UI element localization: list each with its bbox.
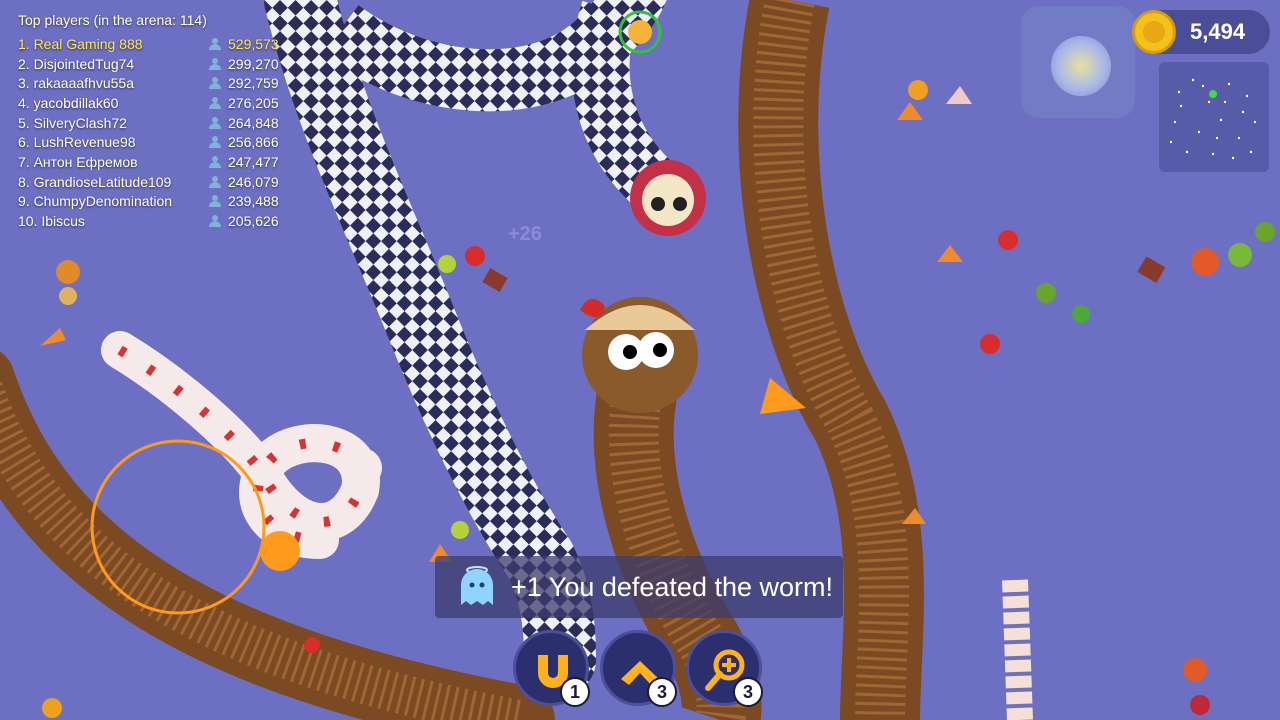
player-icon	[209, 215, 221, 228]
fruit-pile-icon	[1191, 248, 1219, 276]
sandwich-icon	[59, 287, 77, 305]
leaderboard-row: 9. ChumpyDenomination 239,488	[12, 192, 302, 212]
tomato-icon	[980, 334, 1000, 354]
kiwi-icon	[1036, 283, 1056, 303]
lime-icon	[451, 521, 469, 539]
player-name: 1. Real Gaming 888	[18, 35, 143, 52]
player-name: 2. DisjointedTug74	[18, 55, 135, 72]
minimap-dots	[1169, 78, 1257, 160]
jester-eye-left	[651, 197, 665, 211]
brown-worm-pupil-right	[653, 343, 667, 357]
tomato-icon	[304, 637, 320, 653]
player-score: 205,626	[228, 213, 279, 230]
player-name: 6. LushRevenue98	[18, 134, 136, 151]
pale-worm-body	[1002, 579, 1033, 720]
player-score: 292,759	[228, 75, 279, 92]
broccoli-icon	[1072, 305, 1090, 323]
player-score: 256,866	[228, 134, 279, 151]
floating-score: +26	[508, 223, 542, 245]
carrot-icon	[40, 328, 66, 346]
piggy-coin-icon	[628, 20, 652, 44]
player-score: 246,079	[228, 173, 279, 190]
chocolate-icon	[1137, 256, 1166, 283]
chocolate-icon	[482, 268, 508, 292]
leaderboard-title: Top players (in the arena: 114)	[18, 12, 207, 28]
player-name: 3. rakaaaafhvu55a	[18, 75, 134, 92]
red-white-worm-head	[342, 448, 382, 488]
pizza-icon	[42, 698, 62, 718]
player-icon	[209, 116, 221, 129]
leaderboard-row: 6. LushRevenue98 256,866	[12, 132, 302, 152]
player-score: 299,270	[228, 55, 279, 72]
cake-slice-icon	[897, 102, 923, 120]
player-name: 9. ChumpyDenomination	[18, 193, 173, 210]
player-icon	[209, 136, 221, 149]
player-score: 529,573	[228, 35, 279, 52]
jester-worm-face	[642, 174, 694, 226]
fruit-pile-icon	[1183, 658, 1207, 682]
player-score: 247,477	[228, 153, 279, 170]
pizza-icon	[908, 80, 928, 100]
tomato-icon	[465, 246, 485, 266]
ghost-icon	[461, 566, 493, 605]
minimap	[1159, 62, 1269, 172]
player-score: 264,848	[228, 114, 279, 131]
player-icon	[209, 175, 221, 188]
magnet-powerup-button[interactable]: 1	[513, 630, 590, 707]
player-icon	[209, 96, 221, 109]
leaderboard-row: 3. rakaaaafhvu55a 292,759	[12, 73, 302, 93]
coin-icon	[1132, 10, 1176, 54]
player-icon	[209, 195, 221, 208]
joystick-knob[interactable]	[260, 531, 300, 571]
player-icon	[209, 57, 221, 70]
cake-slice-icon	[946, 86, 972, 104]
boost-button[interactable]	[1021, 6, 1135, 118]
leaderboard-row: 1. Real Gaming 888 529,573	[12, 34, 302, 54]
boost-glow-icon	[1051, 36, 1111, 96]
leaderboard-row: 7. Антон Ефремов 247,477	[12, 152, 302, 172]
player-name: 7. Антон Ефремов	[18, 153, 138, 170]
lime-icon	[438, 255, 456, 273]
brown-worm-pupil-left	[623, 345, 637, 359]
player-icon	[209, 37, 221, 50]
magnet-count: 1	[560, 677, 590, 707]
leaderboard-row: 4. yacobdillak60 276,205	[12, 93, 302, 113]
player-name: 4. yacobdillak60	[18, 94, 119, 111]
minimap-player-dot	[1209, 90, 1217, 98]
cake-slice-icon	[937, 245, 963, 262]
player-icon	[209, 155, 221, 168]
tomato-icon	[998, 230, 1018, 250]
player-score: 276,205	[228, 94, 279, 111]
zoom-count: 3	[733, 677, 763, 707]
coin-value: 5,494	[1190, 19, 1246, 44]
jester-eye-right	[673, 197, 687, 211]
speed-powerup-button[interactable]: 3	[600, 630, 677, 707]
player-score: 239,488	[228, 193, 279, 210]
broccoli-icon	[1255, 222, 1275, 242]
player-name: 10. Ibiscus	[18, 213, 85, 230]
fruit-pile-icon	[1228, 243, 1252, 267]
cherry-icon	[1190, 695, 1210, 715]
player-name: 5. SilveryClash72	[18, 114, 127, 131]
leaderboard-row: 5. SilveryClash72 264,848	[12, 113, 302, 133]
zoom-powerup-button[interactable]: 3	[686, 630, 763, 707]
coin-counter: 5,494	[1132, 10, 1270, 54]
toast-message: +1 You defeated the worm!	[511, 571, 833, 602]
bread-icon	[56, 260, 80, 284]
player-icon	[209, 77, 221, 90]
leaderboard-row: 8. GrandioseLatitude109 246,079	[12, 172, 302, 192]
leaderboard-row: 10. Ibiscus 205,626	[12, 211, 302, 231]
leaderboard: Top players (in the arena: 114) 1. Real …	[12, 8, 302, 231]
leaderboard-row: 2. DisjointedTug74 299,270	[12, 54, 302, 74]
defeat-toast: +1 You defeated the worm!	[435, 556, 843, 618]
player-name: 8. GrandioseLatitude109	[18, 173, 172, 190]
speed-count: 3	[647, 677, 677, 707]
